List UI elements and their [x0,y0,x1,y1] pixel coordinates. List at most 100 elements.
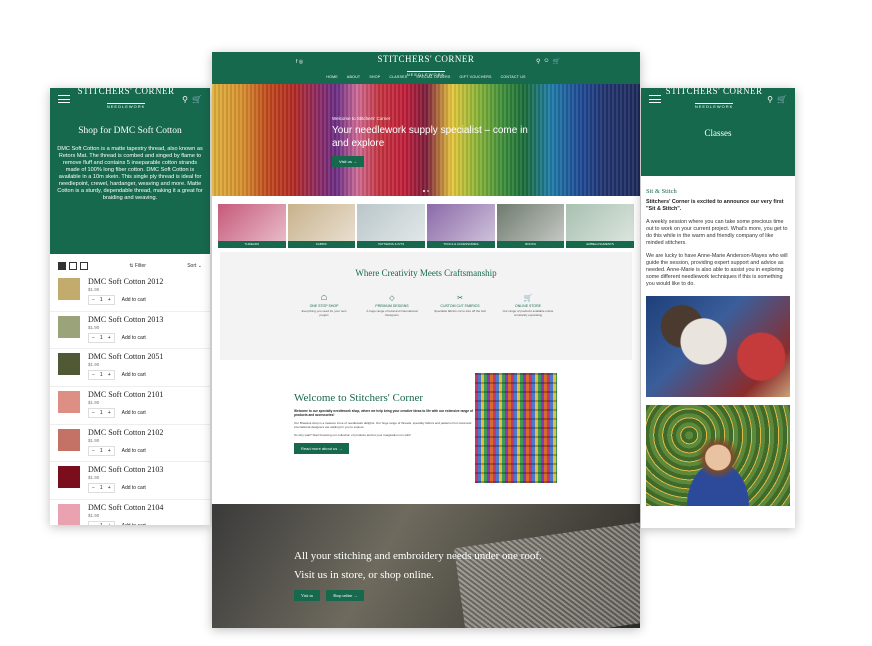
product-name[interactable]: DMC Soft Cotton 2012 [88,277,163,286]
product-row[interactable]: DMC Soft Cotton 2101 $1.90 −1 + Add to cart [50,387,210,425]
category-tile[interactable]: TOOLS & ACCESSORIES [427,204,495,248]
feature-icon: ✂ [457,295,463,302]
cart-icon[interactable]: 🛒 [553,58,560,65]
quantity-stepper[interactable]: −1+ [88,445,115,456]
grid-view-icon[interactable] [69,262,77,270]
add-to-cart-button[interactable]: Add to cart [119,447,149,455]
add-to-cart-button[interactable]: Add to cart [119,484,149,492]
minus-icon[interactable]: − [92,410,95,416]
feature-item: ✂ CUSTOM CUT FABRICS Specialist fabrics cu… [434,294,486,318]
site-logo[interactable]: STITCHERS' CORNER NEEDLEWORK [78,88,175,112]
carousel-dot[interactable] [427,190,429,192]
product-name[interactable]: DMC Soft Cotton 2104 [88,503,163,512]
plus-icon[interactable]: + [108,523,111,525]
product-swatch[interactable] [58,504,80,525]
search-icon[interactable]: ⚲ [182,95,188,104]
desktop-home-panel: f ◎ STITCHERS' CORNER NEEDLEWORK ⚲ ☺ 🛒 H… [212,52,640,628]
visit-us-button[interactable]: Visit us → [332,156,364,167]
menu-icon[interactable] [58,95,70,103]
product-swatch[interactable] [58,278,80,300]
product-row[interactable]: DMC Soft Cotton 2104$1.90 − 1 + Add to cart [50,500,210,525]
quantity-value: 1 [99,485,103,492]
wide-view-icon[interactable] [80,262,88,270]
product-name[interactable]: DMC Soft Cotton 2051 [88,352,163,361]
cart-icon[interactable]: 🛒 [192,95,202,104]
minus-icon[interactable]: − [92,335,95,341]
product-row[interactable]: DMC Soft Cotton 2102 $1.90 −1 + Add to cart [50,425,210,463]
add-to-cart-button[interactable]: Add to cart [119,296,149,304]
nav-item-classes[interactable]: CLASSES [389,75,407,79]
product-name[interactable]: DMC Soft Cotton 2103 [88,465,163,474]
plus-icon[interactable]: + [108,335,111,341]
product-swatch[interactable] [58,466,80,489]
product-row[interactable]: DMC Soft Cotton 2051 $1.90 −1 + Add to cart [50,349,210,388]
product-row[interactable]: DMC Soft Cotton 2012 $1.90 −1 + Add to cart [50,274,210,312]
search-icon[interactable]: ⚲ [767,95,773,104]
category-tile[interactable]: FABRIC [287,204,356,248]
product-row[interactable]: DMC Soft Cotton 2013 $1.90 −1 + Add to cart [50,312,210,350]
feature-item: 🛒 ONLINE STORE Our range of products avail… [502,294,554,318]
product-swatch[interactable] [58,315,80,338]
cta-line-1: All your stitching and embroidery needs … [294,550,542,562]
mobile-header: STITCHERS' CORNER NEEDLEWORK ⚲ 🛒 [50,88,210,110]
quantity-stepper[interactable]: −1+ [88,370,115,381]
search-icon[interactable]: ⚲ [536,58,540,65]
visit-us-button[interactable]: Visit us [294,590,321,602]
logo-subtext: NEEDLEWORK [106,102,146,109]
nav-item-special-orders[interactable]: SPECIAL ORDERS [416,75,450,79]
nav-item-about[interactable]: ABOUT [347,75,360,79]
category-tile[interactable]: BOOKS [496,204,565,248]
product-name[interactable]: DMC Soft Cotton 2101 [88,390,163,399]
nav-item-shop[interactable]: SHOP [369,75,380,79]
user-icon[interactable]: ☺ [543,58,549,65]
quantity-stepper[interactable]: −1+ [88,521,115,525]
logo-text: STITCHERS' CORNER [77,88,175,96]
logo-text: STITCHERS' CORNER [377,54,475,64]
product-swatch[interactable] [58,391,80,414]
shop-online-button[interactable]: Shop online → [326,590,365,602]
add-to-cart-button[interactable]: Add to cart [119,371,149,379]
category-tile[interactable]: PATTERNS & KITS [357,204,426,248]
plus-icon[interactable]: + [108,485,111,491]
product-name[interactable]: DMC Soft Cotton 2102 [88,428,163,437]
minus-icon[interactable]: − [92,448,95,454]
sort-label: Sort [187,263,197,269]
site-logo[interactable]: STITCHERS' CORNER NEEDLEWORK [666,88,763,112]
add-to-cart-button[interactable]: Add to cart [119,334,149,342]
nav-item-contact-us[interactable]: CONTACT US [501,75,526,79]
plus-icon[interactable]: + [108,410,111,416]
product-swatch[interactable] [58,353,80,376]
menu-icon[interactable] [649,95,661,103]
cart-icon[interactable]: 🛒 [777,95,787,104]
list-view-icon[interactable] [58,262,66,270]
minus-icon[interactable]: − [92,297,95,303]
product-swatch[interactable] [58,428,80,451]
nav-item-home[interactable]: HOME [326,75,338,79]
minus-icon[interactable]: − [92,523,95,525]
features-title: Where Creativity Meets Craftsmanship [355,268,497,278]
product-name[interactable]: DMC Soft Cotton 2013 [88,315,163,324]
quantity-stepper[interactable]: −1+ [88,332,115,343]
quantity-stepper[interactable]: −1 + [88,295,115,305]
minus-icon[interactable]: − [92,372,95,378]
add-to-cart-button[interactable]: Add to cart [119,522,149,525]
desktop-header: f ◎ STITCHERS' CORNER NEEDLEWORK ⚲ ☺ 🛒 H… [212,52,640,84]
plus-icon[interactable]: + [108,297,111,303]
nav-item-gift-vouchers[interactable]: GIFT VOUCHERS [460,75,492,79]
quantity-stepper[interactable]: −1+ [88,408,115,419]
sort-dropdown[interactable]: Sort ⌄ [187,263,202,269]
add-to-cart-button[interactable]: Add to cart [119,409,149,417]
minus-icon[interactable]: − [92,485,95,491]
filter-button[interactable]: ⇅ Filter [129,263,146,269]
quantity-stepper[interactable]: −1 + [88,483,115,494]
feature-description: Everything you need for your next projec… [301,309,347,317]
quantity-value: 1 [99,297,103,303]
read-more-button[interactable]: Read more about us → [294,443,350,455]
plus-icon[interactable]: + [108,372,111,378]
category-tile[interactable]: EMBELLISHMENTS [566,204,635,248]
category-tile[interactable]: THREADS [218,204,286,248]
carousel-dot[interactable] [423,190,425,192]
feature-title: CUSTOM CUT FABRICS [440,304,480,308]
plus-icon[interactable]: + [108,448,111,454]
product-row[interactable]: DMC Soft Cotton 2103 $1.90 −1 + Add to cart [50,462,210,501]
